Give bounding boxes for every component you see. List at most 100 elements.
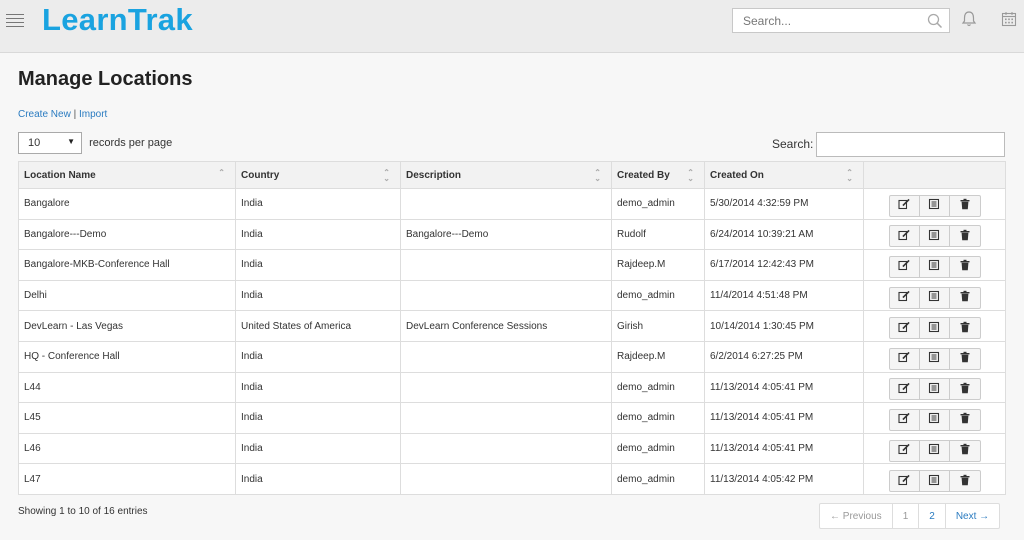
previous-page-button[interactable]: ← Previous [820,504,893,528]
edit-button[interactable] [890,195,920,216]
description-cell [400,279,612,312]
column-header-created-by[interactable]: Created By ⌃ ⌄ [611,161,705,189]
column-header-created-on[interactable]: Created On ⌃ ⌄ [704,161,864,189]
description-cell [400,249,612,281]
table-row: HQ - Conference Hall India Rajdeep.M 6/2/20… [18,340,1006,373]
details-button[interactable] [920,471,950,492]
column-header-location-name[interactable]: Location Name ⌃ [18,161,236,189]
created-by-cell: demo_admin [611,371,705,404]
location-name-cell: L45 [18,402,236,434]
details-button[interactable] [920,348,950,369]
description-cell [400,188,612,220]
edit-icon [898,443,910,458]
created-by-cell: demo_admin [611,432,705,465]
created-on-cell: 11/13/2014 4:05:41 PM [704,402,864,434]
row-actions-cell [863,218,1006,251]
details-button[interactable] [920,318,950,339]
global-search [732,8,950,33]
delete-button[interactable] [950,410,980,430]
created-on-cell: 11/13/2014 4:05:42 PM [704,463,864,495]
table-search-label: Search: [772,137,814,151]
delete-button[interactable] [950,257,980,277]
delete-button[interactable] [950,196,980,216]
details-button[interactable] [920,256,950,277]
country-cell: India [235,218,401,251]
menu-icon[interactable] [6,14,24,28]
delete-icon [959,321,971,336]
column-header-country[interactable]: Country ⌃ ⌄ [235,161,401,189]
details-button[interactable] [920,379,950,400]
created-on-cell: 6/2/2014 6:27:25 PM [704,340,864,373]
description-cell [400,371,612,404]
location-name-cell: L47 [18,463,236,495]
edit-button[interactable] [890,440,920,461]
row-actions-cell [863,188,1006,220]
import-link[interactable]: Import [79,109,107,120]
edit-button[interactable] [890,256,920,277]
edit-button[interactable] [890,409,920,430]
column-header-description[interactable]: Description ⌃ ⌄ [400,161,612,189]
calendar-icon[interactable] [1001,11,1017,30]
delete-icon [959,198,971,213]
delete-icon [959,382,971,397]
details-icon [928,351,940,366]
edit-button[interactable] [890,226,920,247]
delete-button[interactable] [950,441,980,461]
page-button-1[interactable]: 1 [893,504,920,528]
location-name-cell: Bangalore-MKB-Conference Hall [18,249,236,281]
details-button[interactable] [920,226,950,247]
details-button[interactable] [920,195,950,216]
details-icon [928,321,940,336]
row-action-buttons [888,439,981,462]
details-button[interactable] [920,409,950,430]
next-page-button[interactable]: Next → [946,504,999,528]
edit-icon [898,382,910,397]
sort-asc-icon: ⌃ [218,168,225,177]
edit-button[interactable] [890,471,920,492]
delete-button[interactable] [950,226,980,246]
details-button[interactable] [920,440,950,461]
row-action-buttons [888,194,981,217]
country-cell: India [235,249,401,281]
row-action-buttons [888,408,981,431]
edit-button[interactable] [890,318,920,339]
table-search-input[interactable] [816,132,1005,157]
created-on-cell: 11/13/2014 4:05:41 PM [704,432,864,465]
delete-button[interactable] [950,471,980,491]
edit-icon [898,198,910,213]
description-cell [400,340,612,373]
description-cell [400,432,612,465]
country-cell: India [235,463,401,495]
page-button-2[interactable]: 2 [919,504,946,528]
edit-button[interactable] [890,287,920,308]
country-cell: India [235,340,401,373]
row-actions-cell [863,371,1006,404]
search-icon[interactable] [927,13,943,32]
records-per-page-select[interactable]: 10 ▼ [18,132,82,154]
delete-button[interactable] [950,379,980,399]
table-row: Bangalore---Demo India Bangalore---Demo Rud… [18,218,1006,251]
created-by-cell: demo_admin [611,463,705,495]
delete-icon [959,443,971,458]
table-body: Bangalore India demo_admin 5/30/2014 4:32:5… [18,188,1006,495]
delete-button[interactable] [950,288,980,308]
country-cell: India [235,279,401,312]
created-by-cell: Girish [611,310,705,342]
create-new-link[interactable]: Create New [18,109,71,120]
table-row: L44 India demo_admin 11/13/2014 4:05:41 PM [18,371,1006,404]
table-row: Bangalore-MKB-Conference Hall India Rajdee… [18,249,1006,281]
page-title: Manage Locations [18,68,193,90]
row-action-buttons [888,317,981,340]
bell-icon[interactable] [961,10,977,31]
edit-button[interactable] [890,379,920,400]
app-logo[interactable]: LearnTrak [42,2,193,38]
location-name-cell: Delhi [18,279,236,312]
details-button[interactable] [920,287,950,308]
global-search-input[interactable] [733,9,913,32]
edit-icon [898,351,910,366]
delete-icon [959,412,971,427]
edit-button[interactable] [890,348,920,369]
caret-down-icon: ▼ [67,137,75,146]
delete-button[interactable] [950,318,980,338]
delete-button[interactable] [950,349,980,369]
